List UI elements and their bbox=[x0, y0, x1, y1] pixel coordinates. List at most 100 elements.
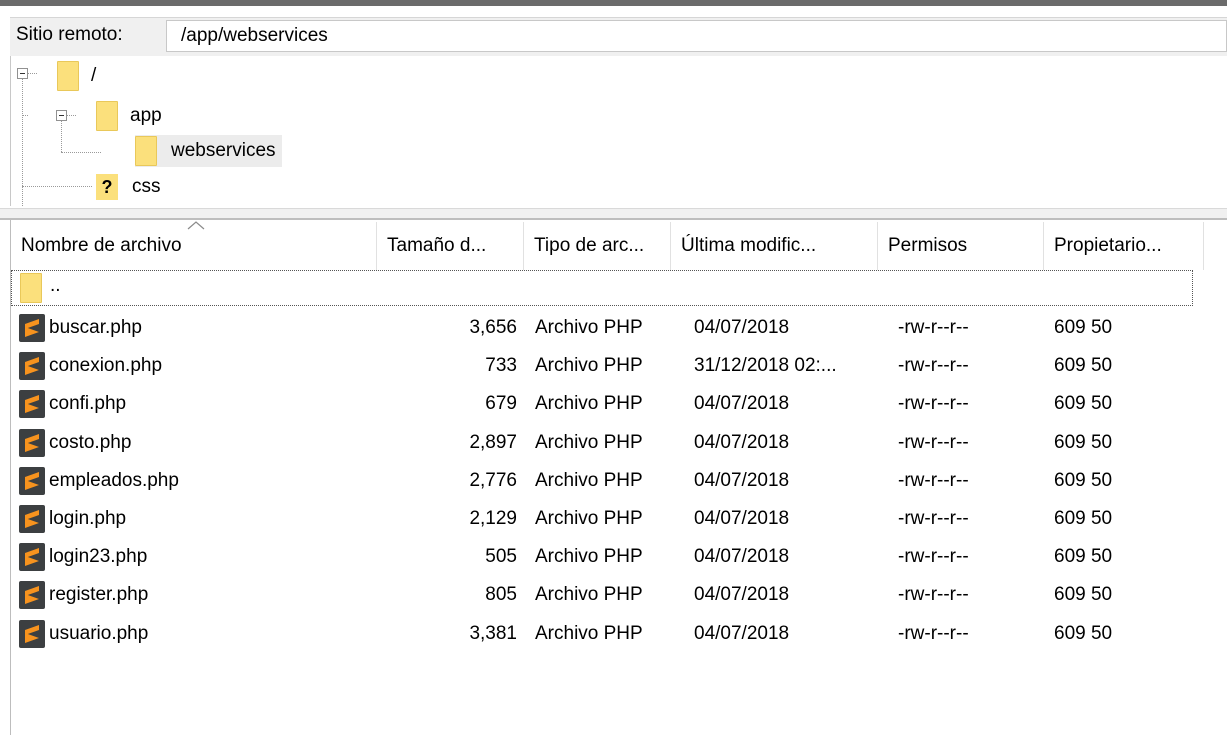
tree-connector bbox=[66, 115, 76, 116]
file-size: 2,897 bbox=[469, 431, 517, 453]
column-header-modified[interactable]: Última modific... bbox=[671, 222, 878, 270]
sublime-php-icon bbox=[19, 390, 45, 419]
window-top-border bbox=[0, 0, 1227, 6]
tree-node-webservices[interactable]: webservices bbox=[135, 135, 282, 167]
table-row[interactable]: buscar.php 3,656 Archivo PHP 04/07/2018 -rw-… bbox=[11, 309, 1227, 347]
sublime-php-icon bbox=[19, 581, 45, 610]
sublime-php-icon bbox=[19, 428, 45, 457]
tree-connector bbox=[22, 115, 28, 116]
file-owner: 609 50 bbox=[1054, 317, 1113, 338]
file-size: 733 bbox=[485, 355, 517, 377]
tree-connector bbox=[27, 73, 37, 74]
tree-connector bbox=[22, 186, 92, 187]
file-name: usuario.php bbox=[49, 622, 149, 644]
table-row[interactable]: costo.php 2,897 Archivo PHP 04/07/2018 -rw-r… bbox=[11, 424, 1227, 462]
tree-node-app[interactable]: app bbox=[96, 100, 162, 132]
table-row[interactable]: confi.php 679 Archivo PHP 04/07/2018 -rw-r--… bbox=[11, 385, 1227, 423]
file-size: 679 bbox=[485, 393, 517, 415]
tree-node-css[interactable]: ? css bbox=[96, 171, 161, 203]
tree-connector bbox=[61, 120, 62, 152]
file-permissions: -rw-r--r-- bbox=[898, 393, 969, 415]
file-type: Archivo PHP bbox=[535, 317, 643, 338]
sublime-php-icon bbox=[19, 314, 45, 342]
tree-node-label: css bbox=[132, 176, 161, 197]
file-permissions: -rw-r--r-- bbox=[898, 317, 969, 338]
file-size: 2,129 bbox=[469, 508, 517, 529]
file-modified: 04/07/2018 bbox=[694, 469, 790, 491]
file-permissions: -rw-r--r-- bbox=[898, 584, 969, 606]
file-type: Archivo PHP bbox=[535, 622, 643, 644]
file-size: 3,656 bbox=[469, 317, 517, 338]
file-size: 3,381 bbox=[469, 622, 517, 644]
file-modified: 31/12/2018 02:... bbox=[694, 355, 837, 377]
collapse-icon[interactable] bbox=[17, 68, 28, 79]
file-owner: 609 50 bbox=[1054, 355, 1113, 377]
tree-node-label: app bbox=[130, 105, 162, 126]
file-modified: 04/07/2018 bbox=[694, 317, 790, 338]
remote-directory-tree: / app webservices ? css bbox=[10, 56, 1227, 206]
file-modified: 04/07/2018 bbox=[694, 508, 790, 529]
table-row[interactable]: empleados.php 2,776 Archivo PHP 04/07/2018 -… bbox=[11, 462, 1227, 500]
file-modified: 04/07/2018 bbox=[694, 546, 790, 568]
sublime-php-icon bbox=[19, 466, 45, 495]
file-name: .. bbox=[50, 275, 61, 296]
file-name: login23.php bbox=[49, 546, 148, 568]
file-name: buscar.php bbox=[49, 317, 142, 338]
sublime-php-icon bbox=[19, 352, 45, 381]
file-name: conexion.php bbox=[49, 355, 163, 377]
file-name: empleados.php bbox=[49, 469, 179, 491]
sublime-php-icon bbox=[19, 505, 45, 533]
file-size: 505 bbox=[485, 546, 517, 568]
pane-splitter[interactable] bbox=[0, 208, 1227, 220]
file-permissions: -rw-r--r-- bbox=[898, 431, 969, 453]
table-row[interactable]: usuario.php 3,381 Archivo PHP 04/07/2018 -rw… bbox=[11, 615, 1227, 653]
file-owner: 609 50 bbox=[1054, 431, 1113, 453]
table-row[interactable]: login23.php 505 Archivo PHP 04/07/2018 -rw-r… bbox=[11, 538, 1227, 576]
file-modified: 04/07/2018 bbox=[694, 584, 790, 606]
file-name: confi.php bbox=[49, 393, 127, 415]
column-header-permissions[interactable]: Permisos bbox=[878, 222, 1044, 270]
tree-connector bbox=[61, 152, 101, 153]
file-owner: 609 50 bbox=[1054, 584, 1113, 606]
file-size: 2,776 bbox=[469, 469, 517, 491]
file-permissions: -rw-r--r-- bbox=[898, 622, 969, 644]
file-type: Archivo PHP bbox=[535, 355, 643, 377]
column-header-owner[interactable]: Propietario... bbox=[1044, 222, 1204, 270]
column-header-type[interactable]: Tipo de arc... bbox=[524, 222, 671, 270]
file-type: Archivo PHP bbox=[535, 546, 643, 568]
list-item-parent-directory[interactable]: .. bbox=[11, 270, 1193, 306]
file-permissions: -rw-r--r-- bbox=[898, 546, 969, 568]
file-owner: 609 50 bbox=[1054, 622, 1113, 644]
table-row[interactable]: register.php 805 Archivo PHP 04/07/2018 -rw-… bbox=[11, 576, 1227, 614]
tree-node-label: webservices bbox=[171, 140, 276, 161]
collapse-icon[interactable] bbox=[56, 110, 67, 121]
file-name: login.php bbox=[49, 508, 127, 529]
column-header-name[interactable]: Nombre de archivo bbox=[11, 222, 377, 270]
sublime-php-icon bbox=[19, 543, 45, 572]
file-type: Archivo PHP bbox=[535, 431, 643, 453]
table-row[interactable]: conexion.php 733 Archivo PHP 31/12/2018 02:… bbox=[11, 347, 1227, 385]
remote-site-bar: Sitio remoto: /app/webservices bbox=[10, 17, 1227, 56]
folder-icon bbox=[96, 101, 118, 131]
file-list-header: Nombre de archivo Tamaño d... Tipo de ar… bbox=[11, 221, 1227, 270]
remote-site-label: Sitio remoto: bbox=[16, 24, 123, 45]
sublime-php-icon bbox=[19, 619, 45, 648]
tree-node-root[interactable]: / bbox=[57, 60, 96, 92]
file-permissions: -rw-r--r-- bbox=[898, 355, 969, 377]
remote-path-input[interactable]: /app/webservices bbox=[166, 20, 1227, 52]
file-owner: 609 50 bbox=[1054, 546, 1113, 568]
table-row[interactable]: login.php 2,129 Archivo PHP 04/07/2018 -rw-r… bbox=[11, 500, 1227, 538]
folder-icon bbox=[20, 273, 42, 303]
folder-icon bbox=[135, 136, 157, 166]
file-owner: 609 50 bbox=[1054, 393, 1113, 415]
tree-node-label: / bbox=[91, 65, 97, 86]
file-modified: 04/07/2018 bbox=[694, 622, 790, 644]
column-header-size[interactable]: Tamaño d... bbox=[377, 222, 524, 270]
file-owner: 609 50 bbox=[1054, 469, 1113, 491]
file-name: costo.php bbox=[49, 431, 132, 453]
file-size: 805 bbox=[485, 584, 517, 606]
file-modified: 04/07/2018 bbox=[694, 393, 790, 415]
file-owner: 609 50 bbox=[1054, 508, 1113, 529]
file-type: Archivo PHP bbox=[535, 469, 643, 491]
unknown-folder-icon: ? bbox=[96, 174, 118, 200]
